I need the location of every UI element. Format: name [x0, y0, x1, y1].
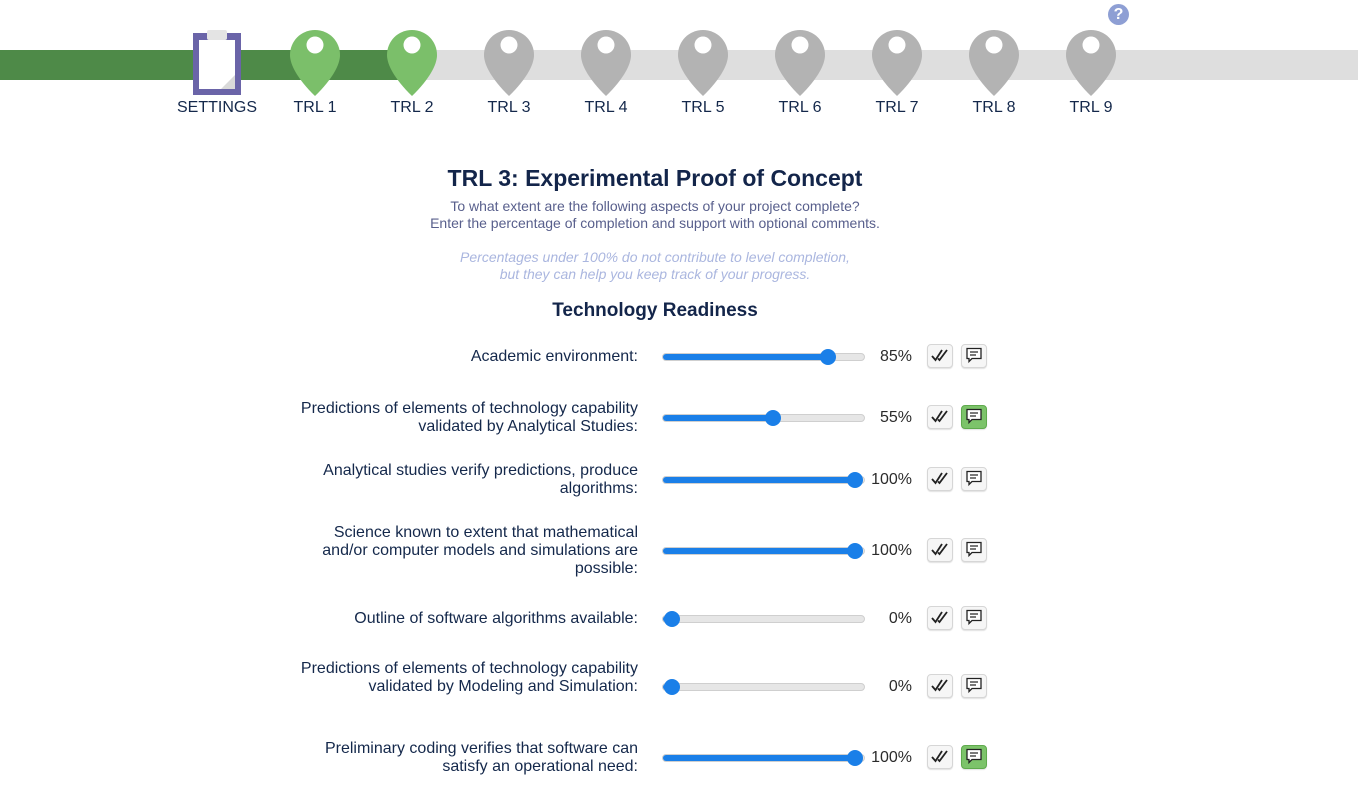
- slider-fill: [663, 548, 855, 554]
- map-pin-icon: [871, 28, 923, 98]
- map-pin-icon: [677, 28, 729, 98]
- completion-slider[interactable]: [662, 472, 865, 488]
- step-label: TRL 2: [390, 99, 434, 116]
- clipboard-icon: [191, 28, 243, 98]
- step-label: TRL 1: [293, 99, 337, 116]
- step-label: TRL 8: [972, 99, 1016, 116]
- step-label: SETTINGS: [176, 99, 257, 116]
- step-label: TRL 3: [487, 99, 531, 116]
- completion-percentage: 100%: [871, 749, 912, 766]
- criterion-row: Academic environment: 85%: [0, 344, 1358, 368]
- page-title: TRL 3: Experimental Proof of Concept: [447, 165, 863, 191]
- step-label: TRL 9: [1069, 99, 1113, 116]
- completion-percentage: 100%: [871, 471, 912, 488]
- slider-thumb[interactable]: [819, 349, 836, 365]
- slider-fill: [663, 755, 855, 761]
- criterion-label: Outline of software algorithms available…: [354, 610, 638, 627]
- help-icon[interactable]: ?: [1108, 4, 1129, 25]
- completion-percentage: 85%: [879, 348, 912, 365]
- slider-thumb[interactable]: [847, 750, 863, 766]
- mark-complete-button[interactable]: [927, 745, 953, 769]
- completion-slider[interactable]: [662, 679, 865, 695]
- criterion-row: Preliminary coding verifies that softwar…: [0, 740, 1358, 776]
- step-label: TRL 7: [875, 99, 919, 116]
- criterion-row: Outline of software algorithms available…: [0, 606, 1358, 630]
- criterion-label: Science known to extent that mathematica…: [322, 524, 638, 577]
- note-line-2: but they can help you keep track of your…: [499, 266, 811, 282]
- map-pin-icon: [1065, 28, 1117, 98]
- completion-percentage: 0%: [888, 610, 912, 627]
- map-pin-icon: [968, 28, 1020, 98]
- criterion-row: Predictions of elements of technology ca…: [0, 400, 1358, 436]
- slider-fill: [663, 477, 855, 483]
- completion-slider[interactable]: [662, 750, 865, 766]
- step-label: TRL 4: [584, 99, 628, 116]
- comment-button[interactable]: [961, 344, 987, 368]
- map-pin-icon: [483, 28, 535, 98]
- slider-thumb[interactable]: [664, 679, 680, 695]
- note-line-1: Percentages under 100% do not contribute…: [460, 249, 850, 265]
- criterion-label: Academic environment:: [470, 348, 638, 365]
- completion-slider[interactable]: [662, 543, 865, 559]
- mark-complete-button[interactable]: [927, 674, 953, 698]
- completion-slider[interactable]: [662, 349, 865, 365]
- mark-complete-button[interactable]: [927, 405, 953, 429]
- criterion-row: Science known to extent that mathematica…: [0, 524, 1358, 578]
- map-pin-icon: [774, 28, 826, 98]
- criterion-label: Analytical studies verify predictions, p…: [323, 462, 638, 497]
- completion-percentage: 55%: [879, 409, 912, 426]
- map-pin-icon: [580, 28, 632, 98]
- completion-slider[interactable]: [662, 410, 865, 426]
- step-label: TRL 6: [778, 99, 822, 116]
- map-pin-icon: [386, 28, 438, 98]
- step-label: TRL 5: [681, 99, 725, 116]
- completion-percentage: 100%: [871, 542, 912, 559]
- criterion-label: Predictions of elements of technology ca…: [300, 660, 638, 695]
- comment-button[interactable]: [961, 467, 987, 491]
- criterion-label: Preliminary coding verifies that softwar…: [324, 740, 638, 775]
- criterion-label: Predictions of elements of technology ca…: [300, 400, 638, 435]
- slider-fill: [663, 415, 773, 421]
- mark-complete-button[interactable]: [927, 344, 953, 368]
- instructions-line-2: Enter the percentage of completion and s…: [430, 215, 880, 231]
- map-pin-icon: [289, 28, 341, 98]
- criterion-row: Analytical studies verify predictions, p…: [0, 462, 1358, 498]
- comment-button[interactable]: [961, 674, 987, 698]
- criterion-row: Predictions of elements of technology ca…: [0, 660, 1358, 714]
- slider-thumb[interactable]: [847, 472, 863, 488]
- comment-button[interactable]: [961, 606, 987, 630]
- slider-thumb[interactable]: [764, 410, 781, 426]
- mark-complete-button[interactable]: [927, 467, 953, 491]
- mark-complete-button[interactable]: [927, 606, 953, 630]
- instructions-line-1: To what extent are the following aspects…: [450, 198, 860, 214]
- slider-fill: [663, 354, 828, 360]
- slider-thumb[interactable]: [847, 543, 863, 559]
- section-title: Technology Readiness: [552, 300, 758, 321]
- completion-slider[interactable]: [662, 611, 865, 627]
- slider-thumb[interactable]: [664, 611, 680, 627]
- comment-button[interactable]: [961, 405, 987, 429]
- mark-complete-button[interactable]: [927, 538, 953, 562]
- comment-button[interactable]: [961, 538, 987, 562]
- comment-button[interactable]: [961, 745, 987, 769]
- completion-percentage: 0%: [888, 678, 912, 695]
